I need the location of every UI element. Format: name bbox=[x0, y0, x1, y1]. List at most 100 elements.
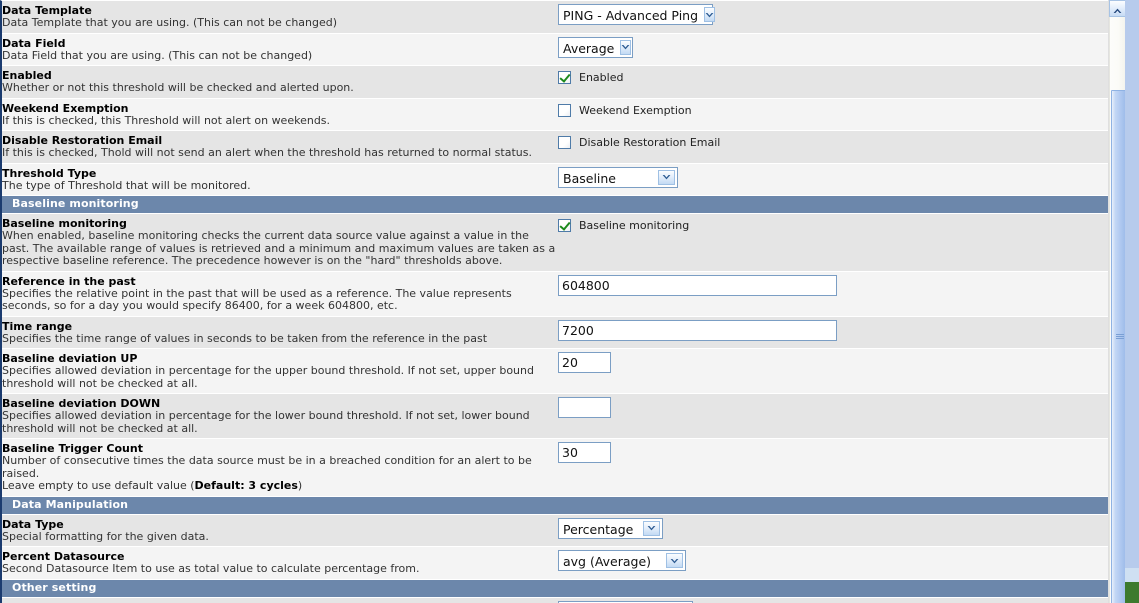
field-label-cell-reference-in-the-past: Reference in the past Specifies the relat… bbox=[2, 271, 558, 317]
select-data-type[interactable]: Percentage bbox=[558, 517, 663, 539]
field-label-cell-disable-restoration-email: Disable Restoration Email If this is chec… bbox=[2, 130, 558, 164]
checkbox-baseline-monitoring[interactable] bbox=[558, 219, 571, 232]
field-description-baseline-monitoring: When enabled, baseline monitoring checks… bbox=[2, 229, 556, 267]
field-description-disable-restoration-email: If this is checked, Thold will not send … bbox=[2, 146, 532, 159]
field-label-cell-baseline-monitoring: Baseline monitoring When enabled, baselin… bbox=[2, 213, 558, 272]
input-baseline-deviation-down[interactable] bbox=[558, 397, 611, 418]
field-control-cell-re-alert-cycle: Never bbox=[558, 597, 1108, 603]
field-row-re-alert-cycle: Re-Alert CycleRepeat alert after this am… bbox=[2, 597, 1108, 603]
field-control-cell-time-range bbox=[558, 316, 1108, 349]
field-control-cell-baseline-deviation-down bbox=[558, 393, 1108, 439]
field-control-cell-data-type: Percentage bbox=[558, 514, 1108, 547]
chevron-down-icon[interactable] bbox=[666, 553, 683, 568]
section-header-baseline-monitoring: Baseline monitoring bbox=[2, 195, 1108, 214]
field-row-baseline-deviation-down: Baseline deviation DOWN Specifies allowed… bbox=[2, 393, 1108, 439]
field-control-cell-percent-datasource: avg (Average) bbox=[558, 546, 1108, 580]
field-description-data-field: Data Field that you are using. (This can… bbox=[2, 48, 313, 62]
input-time-range[interactable] bbox=[558, 319, 837, 341]
field-description-time-range: Specifies the time range of values in se… bbox=[2, 331, 488, 345]
scroll-up-button[interactable] bbox=[1109, 0, 1126, 17]
field-description-threshold-type: The type of Threshold that will be monit… bbox=[2, 178, 251, 192]
field-label-cell-weekend-exemption: Weekend Exemption If this is checked, thi… bbox=[2, 98, 558, 131]
settings-table: Data Template Data Template that you are … bbox=[2, 1, 1108, 603]
field-control-cell-baseline-trigger-count bbox=[558, 438, 1108, 497]
field-description-reference-in-the-past: Specifies the relative point in the past… bbox=[2, 286, 512, 312]
field-label-cell-re-alert-cycle: Re-Alert CycleRepeat alert after this am… bbox=[2, 597, 558, 603]
checkbox-wrapper-enabled[interactable]: Enabled bbox=[558, 70, 623, 84]
background-band-middle bbox=[1125, 568, 1139, 582]
chevron-up-icon bbox=[1113, 0, 1122, 18]
scrollbar-thumb[interactable] bbox=[1111, 90, 1126, 603]
field-title-data-field: Data Field bbox=[2, 36, 66, 50]
chevron-down-icon[interactable] bbox=[620, 39, 632, 55]
field-label-cell-data-field: Data Field Data Field that you are using.… bbox=[2, 33, 558, 66]
default-note-suffix: ) bbox=[297, 479, 303, 492]
input-baseline-deviation-up[interactable] bbox=[558, 352, 611, 373]
chevron-down-icon[interactable] bbox=[704, 7, 716, 22]
field-title-reference-in-the-past: Reference in the past bbox=[2, 274, 136, 288]
chevron-down-icon[interactable] bbox=[658, 169, 675, 185]
checkbox-label-disable-restoration-email: Disable Restoration Email bbox=[579, 136, 721, 149]
field-control-cell-data-template: PING - Advanced Ping bbox=[558, 1, 1108, 34]
field-row-data-type: Data Type Special formatting for the give… bbox=[2, 514, 1108, 547]
checkbox-enabled[interactable] bbox=[558, 71, 571, 84]
section-header-data-manipulation: Data Manipulation bbox=[2, 496, 1108, 515]
checkbox-wrapper-baseline-monitoring[interactable]: Baseline monitoring bbox=[558, 218, 689, 232]
field-title-time-range: Time range bbox=[2, 319, 73, 333]
select-data-field[interactable]: Average bbox=[558, 36, 633, 58]
field-title-threshold-type: Threshold Type bbox=[2, 166, 97, 180]
field-control-cell-threshold-type: Baseline bbox=[558, 163, 1108, 196]
field-label-cell-baseline-deviation-down: Baseline deviation DOWN Specifies allowed… bbox=[2, 393, 558, 439]
field-title-weekend-exemption: Weekend Exemption bbox=[2, 101, 129, 115]
field-label-cell-baseline-trigger-count: Baseline Trigger Count Number of consecut… bbox=[2, 438, 558, 497]
field-control-cell-disable-restoration-email: Disable Restoration Email bbox=[558, 130, 1108, 164]
scrollbar-track[interactable] bbox=[1109, 17, 1126, 603]
vertical-scrollbar[interactable] bbox=[1108, 0, 1126, 603]
field-label-cell-data-type: Data Type Special formatting for the give… bbox=[2, 514, 558, 547]
grip-icon bbox=[1116, 334, 1124, 341]
section-header-label: Baseline monitoring bbox=[2, 195, 1108, 214]
checkbox-wrapper-weekend-exemption[interactable]: Weekend Exemption bbox=[558, 103, 692, 117]
field-row-baseline-deviation-up: Baseline deviation UP Specifies allowed d… bbox=[2, 348, 1108, 394]
checkbox-weekend-exemption[interactable] bbox=[558, 103, 571, 117]
chevron-down-icon[interactable] bbox=[643, 520, 660, 536]
field-label-cell-baseline-deviation-up: Baseline deviation UP Specifies allowed d… bbox=[2, 348, 558, 394]
section-header-label: Data Manipulation bbox=[2, 496, 1108, 515]
field-label-cell-threshold-type: Threshold Type The type of Threshold that… bbox=[2, 163, 558, 196]
field-description-baseline-deviation-up: Specifies allowed deviation in percentag… bbox=[2, 364, 534, 390]
input-reference-in-the-past[interactable] bbox=[558, 274, 837, 296]
field-description-weekend-exemption: If this is checked, this Threshold will … bbox=[2, 113, 331, 127]
field-label-cell-enabled: Enabled Whether or not this threshold wil… bbox=[2, 65, 558, 99]
checkbox-label-baseline-monitoring: Baseline monitoring bbox=[579, 219, 690, 232]
field-description-enabled: Whether or not this threshold will be ch… bbox=[2, 81, 354, 94]
field-description-data-template: Data Template that you are using. (This … bbox=[2, 16, 338, 29]
checkbox-label-enabled: Enabled bbox=[579, 71, 624, 84]
field-control-cell-reference-in-the-past bbox=[558, 271, 1108, 317]
field-row-enabled: Enabled Whether or not this threshold wil… bbox=[2, 65, 1108, 99]
field-row-percent-datasource: Percent Datasource Second Datasource Item… bbox=[2, 546, 1108, 580]
checkbox-disable-restoration-email[interactable] bbox=[558, 136, 571, 149]
input-baseline-trigger-count[interactable] bbox=[558, 442, 611, 463]
select-value-percent-datasource: avg (Average) bbox=[559, 551, 658, 570]
field-row-disable-restoration-email: Disable Restoration Email If this is chec… bbox=[2, 130, 1108, 164]
field-title-data-type: Data Type bbox=[2, 517, 64, 531]
field-row-reference-in-the-past: Reference in the past Specifies the relat… bbox=[2, 271, 1108, 317]
select-threshold-type[interactable]: Baseline bbox=[558, 166, 678, 188]
background-band-lower bbox=[1125, 582, 1139, 603]
select-value-data-template: PING - Advanced Ping bbox=[559, 5, 705, 24]
select-value-data-type: Percentage bbox=[559, 518, 640, 538]
field-control-cell-enabled: Enabled bbox=[558, 65, 1108, 99]
field-label-cell-time-range: Time range Specifies the time range of va… bbox=[2, 316, 558, 349]
field-row-data-template: Data Template Data Template that you are … bbox=[2, 1, 1108, 34]
field-row-data-field: Data Field Data Field that you are using.… bbox=[2, 33, 1108, 66]
select-data-template[interactable]: PING - Advanced Ping bbox=[558, 4, 716, 25]
field-description-baseline-deviation-down: Specifies allowed deviation in percentag… bbox=[2, 409, 530, 435]
field-label-cell-data-template: Data Template Data Template that you are … bbox=[2, 1, 558, 34]
checkbox-wrapper-disable-restoration-email[interactable]: Disable Restoration Email bbox=[558, 135, 720, 149]
field-row-threshold-type: Threshold Type The type of Threshold that… bbox=[2, 163, 1108, 196]
field-description-baseline-trigger-count: Number of consecutive times the data sou… bbox=[2, 454, 532, 480]
field-control-cell-baseline-deviation-up bbox=[558, 348, 1108, 394]
select-percent-datasource[interactable]: avg (Average) bbox=[558, 550, 686, 571]
field-description-default-baseline-trigger-count: Leave empty to use default value (Defaul… bbox=[2, 479, 558, 493]
default-note-value: Default: 3 cycles bbox=[194, 479, 298, 492]
